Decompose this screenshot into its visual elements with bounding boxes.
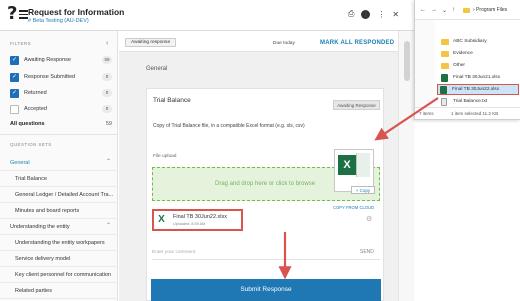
- checkbox-checked-icon[interactable]: ✓: [10, 73, 19, 82]
- copy-from-cloud-link[interactable]: COPY FROM CLOUD: [333, 205, 374, 210]
- remove-file-icon[interactable]: ⚙: [366, 215, 372, 223]
- header-actions: ⎙ i ⋮ ✕: [348, 9, 399, 19]
- text-file-icon: [441, 98, 447, 106]
- status-filter-pill[interactable]: Awaiting response: [125, 38, 177, 47]
- filter-count: 0: [102, 73, 112, 81]
- chevron-up-icon: ⌃: [106, 223, 112, 229]
- close-icon[interactable]: ✕: [392, 10, 399, 19]
- filter-count: 0: [102, 89, 112, 97]
- status-badge: Awaiting Response: [333, 100, 380, 110]
- question-card: Trial Balance Awaiting Response Copy of …: [146, 88, 384, 301]
- explorer-status-bar: 7 items 1 item selected 11.2 KB: [415, 107, 520, 119]
- checkbox-checked-icon[interactable]: ✓: [10, 89, 19, 98]
- filter-response-submitted[interactable]: ✓ Response Submitted 0: [10, 73, 112, 83]
- scrollbar-thumb[interactable]: [404, 41, 410, 81]
- send-button[interactable]: SEND: [360, 249, 374, 255]
- item-count: 7 items: [419, 111, 434, 116]
- copy-cursor-badge: + Copy: [351, 186, 375, 194]
- sidebar-item-trial-balance[interactable]: Trial Balance: [0, 171, 117, 187]
- explorer-row[interactable]: Evidence: [439, 49, 519, 60]
- submit-response-button[interactable]: Submit Response: [151, 279, 381, 301]
- explorer-path[interactable]: › Program Files: [473, 7, 507, 13]
- filter-count: 0: [102, 105, 112, 113]
- up-arrow-icon[interactable]: ↑: [452, 7, 455, 13]
- uploaded-file-name: Final TB 30Jun22.xlsx: [173, 214, 228, 220]
- back-arrow-icon[interactable]: ←: [420, 7, 426, 13]
- sidebar-item-general-ledger[interactable]: General Ledger / Detailed Account Tra...: [0, 187, 117, 203]
- page-title: Request for Information: [28, 7, 125, 17]
- question-title: Trial Balance: [153, 97, 191, 104]
- checkbox-unchecked-icon[interactable]: [10, 105, 19, 114]
- main-toolbar: Awaiting response Due today MARK ALL RES…: [119, 31, 398, 52]
- sidebar-divider: [0, 134, 118, 135]
- info-icon[interactable]: i: [361, 9, 371, 19]
- sidebar-item-related-parties[interactable]: Related parties: [0, 283, 117, 299]
- due-label: Due today: [273, 41, 295, 46]
- print-icon[interactable]: ⎙: [348, 9, 354, 19]
- filter-awaiting-response[interactable]: ✓ Awaiting Response 59: [10, 56, 112, 66]
- folder-icon: [441, 39, 449, 45]
- dropzone-text: Drag and drop here or click to browse: [215, 181, 316, 187]
- chevron-up-icon: ⌃: [106, 159, 112, 165]
- uploaded-file-meta: Uploaded: 8:39 AM: [173, 222, 206, 226]
- comment-input[interactable]: [152, 246, 352, 259]
- question-description: Copy of Trial Balance file, in a compati…: [153, 123, 305, 129]
- explorer-nav-pane: [415, 20, 435, 107]
- uploaded-file[interactable]: X Final TB 30Jun22.xlsx Uploaded: 8:39 A…: [152, 209, 243, 231]
- folder-icon: [441, 63, 449, 69]
- collapse-sidebar-icon[interactable]: ‹: [106, 40, 109, 47]
- main-scrollbar[interactable]: [398, 31, 414, 301]
- all-questions[interactable]: All questions 59: [10, 121, 112, 127]
- question-sets-heading: QUESTION SETS: [10, 142, 52, 147]
- sidebar: FILTERS ‹ ✓ Awaiting Response 59 ✓ Respo…: [0, 31, 118, 301]
- sidebar-item-entity-workpapers[interactable]: Understanding the entity workpapers: [0, 235, 117, 251]
- selection-info: 1 item selected 11.2 KB: [451, 111, 499, 116]
- app-header: ? Request for Information # Beta Testing…: [0, 0, 414, 31]
- dragged-excel-file-icon: X + Copy: [334, 149, 378, 199]
- explorer-address-bar: ← → ⌄ ↑ › Program Files: [415, 0, 520, 20]
- checkbox-checked-icon[interactable]: ✓: [10, 56, 19, 65]
- excel-file-icon: [440, 86, 447, 94]
- filter-count: 59: [102, 56, 112, 64]
- forward-arrow-icon[interactable]: →: [431, 7, 437, 13]
- sidebar-section-general[interactable]: General ⌃: [0, 155, 117, 171]
- mark-all-responded-button[interactable]: MARK ALL RESPONDED: [320, 40, 394, 46]
- filter-accepted[interactable]: Accepted 0: [10, 105, 112, 115]
- excel-icon: X: [338, 155, 356, 175]
- more-icon[interactable]: ⋮: [377, 10, 385, 19]
- filters-heading: FILTERS ‹: [10, 40, 109, 47]
- explorer-row[interactable]: ABC Subsidiary: [439, 37, 519, 48]
- filter-returned[interactable]: ✓ Returned 0: [10, 89, 112, 99]
- folder-icon: [441, 51, 449, 57]
- sidebar-item-minutes[interactable]: Minutes and board reports: [0, 203, 117, 219]
- sidebar-section-understanding-entity[interactable]: Understanding the entity ⌃: [0, 219, 117, 235]
- explorer-row[interactable]: Final TB 30Jun21.xlsx: [439, 73, 519, 84]
- engagement-link[interactable]: # Beta Testing (AU-DEV): [28, 18, 89, 24]
- file-explorer-window: ← → ⌄ ↑ › Program Files ABC Subsidiary E…: [414, 0, 520, 120]
- file-upload-label: File upload: [153, 154, 177, 159]
- section-title: General: [146, 66, 168, 72]
- all-questions-count: 59: [105, 121, 112, 127]
- comment-row: SEND: [152, 246, 380, 260]
- sidebar-item-key-personnel[interactable]: Key client personnel for communication: [0, 267, 117, 283]
- rfi-icon: ?: [7, 5, 28, 23]
- excel-file-icon: X: [158, 214, 165, 225]
- chevron-down-icon[interactable]: ⌄: [442, 7, 447, 14]
- explorer-row-selected[interactable]: Final TB 30Jun22.xlsx: [437, 84, 519, 95]
- sidebar-item-service-delivery[interactable]: Service delivery model: [0, 251, 117, 267]
- folder-icon: [463, 8, 470, 13]
- main-content: Awaiting response Due today MARK ALL RES…: [119, 31, 398, 301]
- excel-file-icon: [441, 74, 448, 82]
- explorer-row[interactable]: Other: [439, 61, 519, 72]
